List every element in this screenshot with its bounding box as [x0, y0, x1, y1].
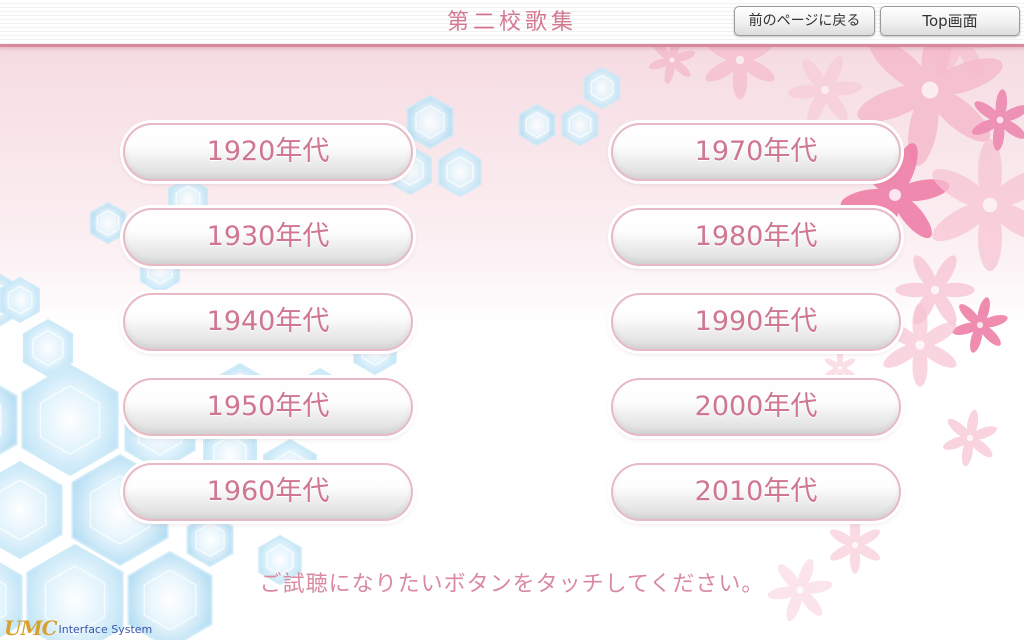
- flower-shape: [943, 409, 997, 467]
- hexagon-shape: [518, 103, 556, 147]
- logo-text: Interface System: [58, 623, 153, 636]
- back-button[interactable]: 前のページに戻る: [734, 6, 875, 36]
- hexagon-shape: [583, 66, 621, 110]
- hexagon-shape: [438, 146, 482, 198]
- logo-mark: UMC: [4, 616, 57, 640]
- flower-shape: [932, 139, 1024, 271]
- hexagon-shape: [89, 201, 127, 245]
- top-screen-button[interactable]: Top画面: [880, 6, 1020, 36]
- decade-label: 1970年代: [694, 136, 818, 167]
- flower-shape: [952, 297, 1008, 353]
- hexagon-shape: [406, 94, 454, 150]
- decade-label: 1960年代: [206, 476, 330, 507]
- decade-button-1970s[interactable]: 1970年代: [611, 123, 901, 181]
- decade-label: 2010年代: [694, 476, 818, 507]
- decade-button-2000s[interactable]: 2000年代: [611, 378, 901, 436]
- flower-shape: [895, 255, 975, 325]
- decade-button-1950s[interactable]: 1950年代: [123, 378, 413, 436]
- decade-label: 1920年代: [206, 136, 330, 167]
- decade-button-1930s[interactable]: 1930年代: [123, 208, 413, 266]
- decade-label: 1950年代: [206, 391, 330, 422]
- decade-button-2010s[interactable]: 2010年代: [611, 463, 901, 521]
- decade-button-1980s[interactable]: 1980年代: [611, 208, 901, 266]
- decade-label: 1940年代: [206, 306, 330, 337]
- decade-button-1990s[interactable]: 1990年代: [611, 293, 901, 351]
- decade-label: 1930年代: [206, 221, 330, 252]
- hexagon-shape: [0, 385, 18, 455]
- decade-label: 1990年代: [694, 306, 818, 337]
- decade-button-1920s[interactable]: 1920年代: [123, 123, 413, 181]
- hexagon-shape: [561, 103, 599, 147]
- decade-button-1960s[interactable]: 1960年代: [123, 463, 413, 521]
- hexagon-shape: [186, 512, 234, 568]
- hexagon-shape: [0, 276, 41, 324]
- decade-label: 1980年代: [694, 221, 818, 252]
- decade-button-1940s[interactable]: 1940年代: [123, 293, 413, 351]
- hexagon-shape: [0, 460, 63, 560]
- decade-label: 2000年代: [694, 391, 818, 422]
- hexagon-shape: [21, 363, 119, 477]
- header-bar: 第二校歌集 前のページに戻る Top画面: [0, 0, 1024, 47]
- logo: UMC Interface System: [4, 616, 152, 638]
- instruction-text: ご試聴になりたいボタンをタッチしてください。: [259, 572, 765, 597]
- flower-shape: [787, 55, 863, 125]
